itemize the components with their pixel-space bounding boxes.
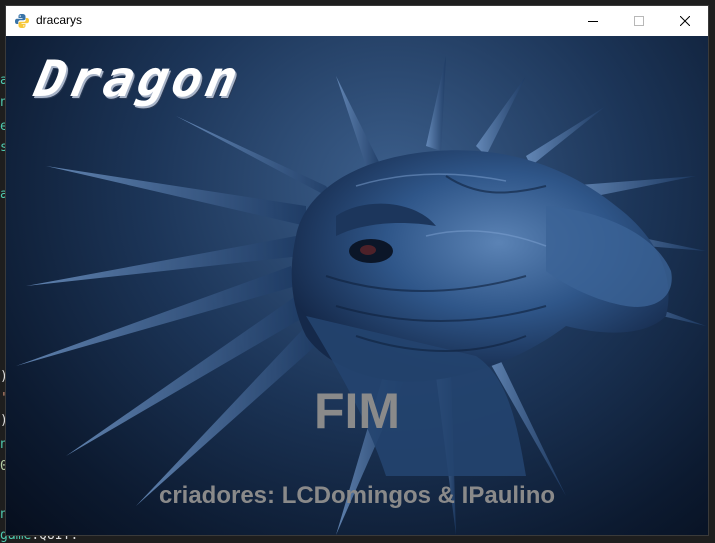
close-button[interactable] [662, 6, 708, 36]
game-canvas[interactable]: Dragon FIM criadores: LCDomingos & IPaul… [6, 36, 708, 535]
minimize-icon [588, 21, 598, 22]
minimize-button[interactable] [570, 6, 616, 36]
dragon-artwork [16, 56, 706, 535]
maximize-icon [634, 16, 644, 26]
window-title: dracarys [36, 13, 83, 27]
credits-text: criadores: LCDomingos & IPaulino [158, 482, 556, 509]
close-icon [680, 16, 690, 26]
end-text: FIM [313, 383, 401, 439]
python-icon [14, 13, 30, 29]
game-logo: Dragon [29, 50, 247, 108]
title-bar[interactable]: dracarys [6, 6, 708, 36]
maximize-button[interactable] [616, 6, 662, 36]
game-window: dracarys Dragon FIM criadores: LCDomingo… [6, 6, 708, 535]
